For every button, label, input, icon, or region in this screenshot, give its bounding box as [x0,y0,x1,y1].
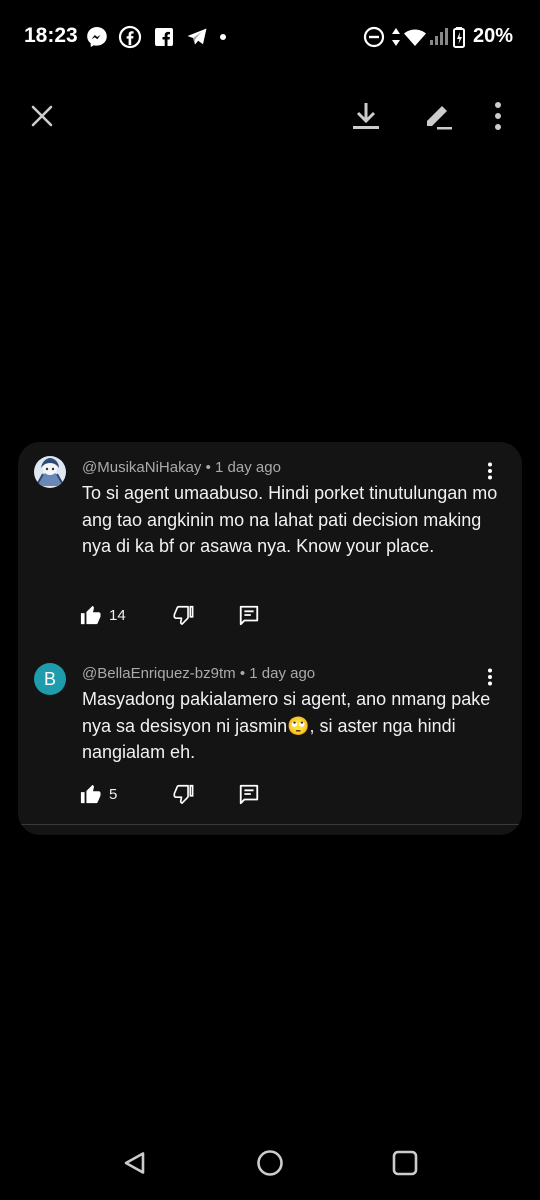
recents-icon [392,1150,418,1176]
comment-meta: @BellaEnriquez-bz9tm • 1 day ago [82,665,315,682]
home-icon [257,1150,283,1176]
more-options-button[interactable] [478,96,518,136]
close-icon [31,105,53,127]
download-icon [353,103,379,129]
back-icon [124,1152,145,1174]
comment-text: To si agent umaabuso. Hindi porket tinut… [82,483,498,556]
data-arrows-icon [388,25,404,49]
signal-icon [428,25,452,49]
meta-separator: • [205,459,211,476]
wifi-icon [403,25,427,49]
reply-button[interactable] [238,781,260,807]
like-count: 5 [109,785,118,803]
facebook-icon [118,25,142,49]
avatar-image [34,456,66,488]
comment-author[interactable]: @MusikaNiHakay [82,459,201,476]
avatar[interactable] [34,456,66,488]
battery-icon [451,25,471,49]
nav-home-button[interactable] [250,1143,290,1183]
comment-meta: @MusikaNiHakay • 1 day ago [82,459,281,476]
divider [18,824,522,825]
like-count: 14 [109,606,126,624]
dot-icon [214,25,238,49]
edit-button[interactable] [418,96,458,136]
telegram-icon [185,25,209,49]
comment-icon [239,784,259,805]
more-vert-icon [495,102,501,130]
dislike-button[interactable] [172,781,194,807]
dnd-icon [362,25,386,49]
status-bar: 18:23 20% [0,0,540,72]
download-button[interactable] [346,96,386,136]
like-button[interactable]: 5 [80,781,117,807]
nav-back-button[interactable] [115,1143,155,1183]
comment-age: 1 day ago [215,459,281,476]
dislike-button[interactable] [172,602,194,628]
meta-separator: • [239,665,246,682]
more-vert-icon [488,462,492,480]
comment-icon [239,605,259,626]
more-vert-icon [488,668,492,686]
avatar[interactable]: B [34,663,66,695]
nav-recents-button[interactable] [385,1143,425,1183]
thumb-up-icon [80,784,101,804]
thumb-down-icon [173,605,194,625]
thumb-down-icon [173,784,194,804]
comments-card: @MusikaNiHakay • 1 day ago To si agent u… [18,442,522,835]
thumb-up-icon [80,605,101,625]
facebook-pages-icon [152,25,176,49]
messenger-icon [85,25,109,49]
comment-text: Masyadong pakialamero si agent, ano nman… [82,689,491,762]
comment-author[interactable]: @BellaEnriquez-bz9tm [82,665,236,682]
battery-percentage: 20% [473,25,514,47]
comment-age: 1 day ago [249,665,316,682]
close-button[interactable] [22,96,62,136]
like-button[interactable]: 14 [80,602,126,628]
status-time: 18:23 [24,24,78,47]
edit-icon [427,106,452,130]
reply-button[interactable] [238,602,260,628]
